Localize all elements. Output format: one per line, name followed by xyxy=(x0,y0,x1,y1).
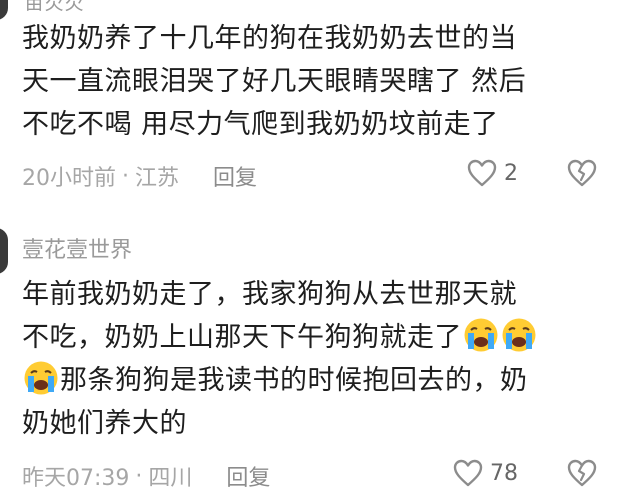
comment2-reply-button[interactable]: 回复 xyxy=(226,460,270,492)
comment1-username[interactable]: 苗芡芡 xyxy=(24,0,84,15)
avatar-comment1[interactable] xyxy=(0,0,8,20)
comment1-separator: · xyxy=(122,163,129,189)
comment1-line3: 不吃不喝 用尽力气爬到我奶奶坟前走了 xyxy=(22,109,499,140)
broken-heart-icon xyxy=(566,158,598,188)
comment1-line1: 我奶奶养了十几年的狗在我奶奶去世的当 xyxy=(22,23,517,54)
crying-face-emoji xyxy=(23,360,59,396)
avatar-comment2[interactable] xyxy=(0,228,8,274)
comment2-meta: 昨天07:39 · 四川 回复 xyxy=(22,460,270,492)
comment1-like-count: 2 xyxy=(504,160,518,186)
comment2-time: 昨天07:39 xyxy=(22,466,130,491)
comment1-like-button[interactable]: 2 xyxy=(466,158,518,188)
comment2-like-count: 78 xyxy=(490,460,518,486)
comment1-time: 20小时前 xyxy=(22,166,116,191)
comment1-meta: 20小时前 · 江苏 回复 xyxy=(22,160,257,192)
crying-face-emoji xyxy=(501,317,537,353)
comment2-line3: 那条狗狗是我读书的时候抱回去的，奶 xyxy=(22,359,528,402)
crying-face-emoji xyxy=(463,317,499,353)
comment1-location: 江苏 xyxy=(135,166,180,191)
comment2-separator: · xyxy=(135,463,143,489)
comment2-username[interactable]: 壹花壹世界 xyxy=(22,232,132,264)
comment2-line4: 奶她们养大的 xyxy=(22,408,187,439)
comment1-dislike-button[interactable] xyxy=(566,158,598,188)
comment2-line2-text: 不吃，奶奶上山那天下午狗狗就走了 xyxy=(22,322,462,353)
comment2-location: 四川 xyxy=(148,466,193,491)
comment2-line2: 不吃，奶奶上山那天下午狗狗就走了 xyxy=(22,316,538,359)
comment1-reply-button[interactable]: 回复 xyxy=(213,160,257,192)
broken-heart-icon xyxy=(566,458,598,488)
comment2-dislike-button[interactable] xyxy=(566,458,598,488)
comment2-like-button[interactable]: 78 xyxy=(452,458,518,488)
comment1-line2: 天一直流眼泪哭了好几天眼睛哭瞎了 然后 xyxy=(22,66,527,97)
heart-outline-icon xyxy=(452,458,484,488)
comment2-line3-text: 那条狗狗是我读书的时候抱回去的，奶 xyxy=(60,365,528,396)
comment2-line1: 年前我奶奶走了，我家狗狗从去世那天就 xyxy=(22,279,517,310)
heart-outline-icon xyxy=(466,158,498,188)
